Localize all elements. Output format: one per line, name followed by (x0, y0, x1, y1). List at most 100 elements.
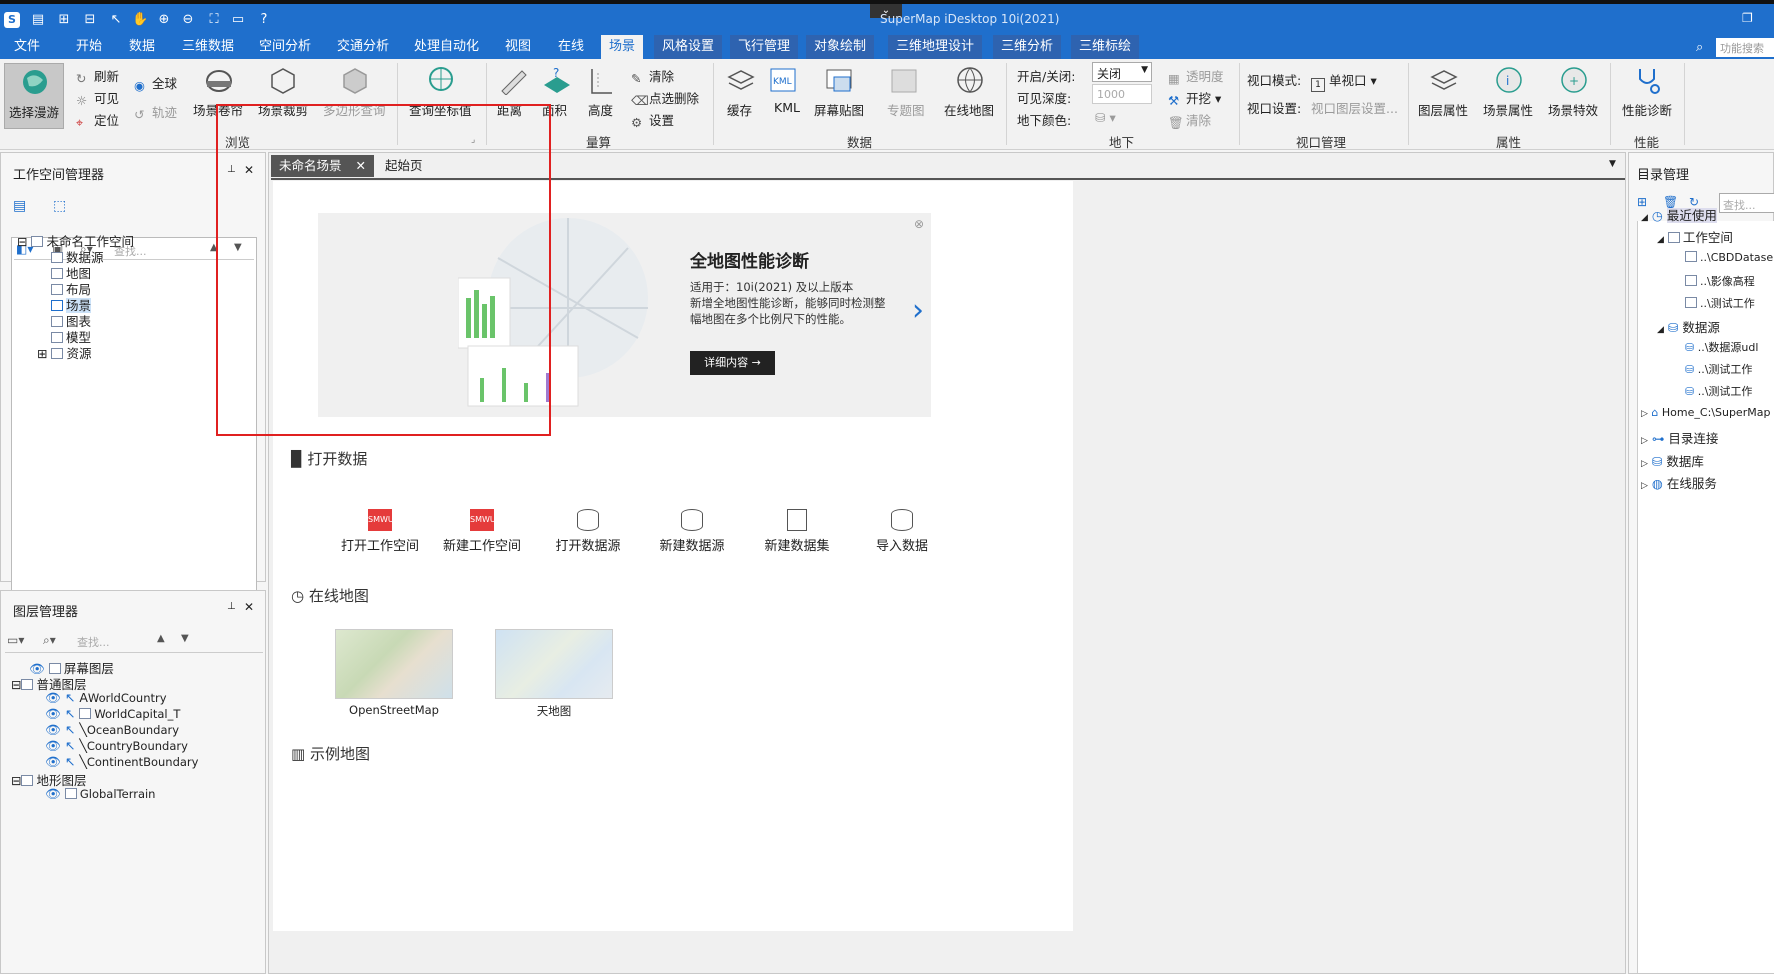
catalog-workspace[interactable]: ◢ 工作空间 (1657, 227, 1733, 246)
scene-props-button[interactable]: 场景属性 (1483, 100, 1533, 119)
catalog-ds-item[interactable]: ⛁ ..\测试工作 (1685, 361, 1752, 377)
pan-icon[interactable]: ✋ (132, 12, 148, 28)
layer-item[interactable]: 👁 ↖ AWorldCountry (45, 690, 167, 706)
menu-flight[interactable]: 飞行管理 (730, 35, 799, 59)
catalog-database[interactable]: ▷ ⛁ 数据库 (1641, 451, 1704, 470)
catalog-online-service[interactable]: ▷ ◍ 在线服务 (1641, 473, 1717, 492)
help-icon[interactable]: ? (256, 12, 272, 28)
cache-button[interactable]: 缓存 (727, 100, 752, 119)
menu-start[interactable]: 开始 (68, 35, 110, 59)
menu-online[interactable]: 在线 (550, 35, 592, 59)
transparency-button[interactable]: ▦ 透明度 (1168, 66, 1224, 86)
scene-effects-button[interactable]: 场景特效 (1548, 100, 1598, 119)
tree-resources[interactable]: ⊞ 资源 (37, 343, 91, 362)
open-datasource-button[interactable]: 打开数据源 (549, 509, 627, 554)
up-arrow-icon[interactable]: ▲ (157, 633, 165, 644)
kml-button[interactable]: KML (774, 100, 800, 115)
view-layer-settings-button[interactable]: 视口图层设置... (1311, 98, 1398, 117)
save-icon[interactable]: ▤ (30, 12, 46, 28)
height-button[interactable]: 高度 (588, 100, 613, 119)
open-workspace-button[interactable]: SMWU 打开工作空间 (341, 509, 419, 554)
tianditu-thumbnail[interactable] (495, 629, 613, 699)
menu-object-draw[interactable]: 对象绘制 (806, 35, 875, 59)
screen-map-button[interactable]: 屏幕贴图 (814, 100, 864, 119)
banner-detail-button[interactable]: 详细内容 → (690, 351, 775, 375)
find-icon[interactable]: ⌕▾ (43, 633, 56, 648)
visible-button[interactable]: ☼ 可见 (76, 88, 119, 108)
menu-view[interactable]: 视图 (497, 35, 539, 59)
catalog-home[interactable]: ▷ ⌂ Home_C:\SuperMap (1641, 406, 1770, 419)
layer-item[interactable]: 👁 GlobalTerrain (45, 786, 155, 802)
excavate-button[interactable]: ⚒ 开挖 ▾ (1168, 88, 1221, 108)
track-button[interactable]: ↺ 轨迹 (134, 102, 177, 122)
layer-props-button[interactable]: 图层属性 (1418, 100, 1468, 119)
new-workspace-button[interactable]: SMWU 新建工作空间 (443, 509, 521, 554)
menu-spatial-analysis[interactable]: 空间分析 (251, 35, 319, 59)
locate-button[interactable]: ⌖ 定位 (76, 110, 119, 130)
pin-icon[interactable]: ⊥ (227, 601, 236, 612)
tianditu-label[interactable]: 天地图 (488, 703, 620, 719)
layer-item[interactable]: 👁 ↖ WorldCapital_T (45, 706, 180, 722)
menu-3d-geodesign[interactable]: 三维地理设计 (888, 35, 983, 59)
resources-icon[interactable]: ⬚ (53, 198, 66, 214)
depth-input[interactable]: 1000 (1092, 84, 1152, 104)
cursor-icon[interactable]: ↖ (108, 12, 124, 28)
catalog-ws-item[interactable]: ..\影像高程 (1685, 273, 1755, 289)
view-mode-select[interactable]: 1 单视口 ▾ (1311, 70, 1377, 92)
toggle-select[interactable]: 关闭 ▼ (1092, 62, 1152, 82)
refresh-button[interactable]: ↻ 刷新 (76, 66, 119, 86)
perf-diag-button[interactable]: 性能诊断 (1622, 100, 1672, 119)
menu-traffic-analysis[interactable]: 交通分析 (329, 35, 397, 59)
openstreetmap-label[interactable]: OpenStreetMap (328, 703, 460, 717)
layer-item[interactable]: 👁 ↖ ╲ContinentBoundary (45, 754, 198, 770)
catalog-search-input[interactable]: 查找... (1719, 193, 1774, 213)
point-delete-button[interactable]: ⌫点选删除 (631, 88, 699, 108)
layer-item[interactable]: 👁 ↖ ╲CountryBoundary (45, 738, 188, 754)
catalog-recent[interactable]: ◢ ◷ 最近使用 (1641, 205, 1717, 224)
catalog-datasource[interactable]: ◢ ⛁ 数据源 (1657, 317, 1720, 336)
menu-process-automation[interactable]: 处理自动化 (406, 35, 487, 59)
openstreetmap-thumbnail[interactable] (335, 629, 453, 699)
catalog-ws-item[interactable]: ..\测试工作 (1685, 295, 1755, 311)
catalog-dir-conn[interactable]: ▷ ⊶ 目录连接 (1641, 428, 1718, 447)
feature-search-input[interactable]: 功能搜索 (1716, 38, 1774, 57)
catalog-ds-item[interactable]: ⛁ ..\测试工作 (1685, 383, 1752, 399)
layer-options-icon[interactable]: ▭▾ (7, 633, 24, 647)
menu-3d-data[interactable]: 三维数据 (174, 35, 242, 59)
menu-3d-analysis[interactable]: 三维分析 (993, 35, 1062, 59)
under-clear-button[interactable]: 🗑 清除 (1168, 110, 1211, 130)
online-map-button[interactable]: 在线地图 (944, 100, 994, 119)
new-dataset-button[interactable]: 新建数据集 (758, 509, 836, 554)
zoom-in-icon[interactable]: ⊕ (156, 12, 172, 28)
workspace-tree-icon[interactable]: ▤ (13, 198, 26, 214)
close-window-icon[interactable]: ⊟ (82, 12, 98, 28)
paint-bucket-icon[interactable]: ⛁ ▾ (1095, 110, 1116, 125)
import-data-button[interactable]: 导入数据 (863, 509, 941, 554)
compass-icon: ◷ (291, 587, 305, 605)
clear-button[interactable]: ✎ 清除 (631, 66, 674, 86)
theme-map-button[interactable]: 专题图 (887, 100, 925, 119)
catalog-ws-item[interactable]: ..\CBDDatase (1685, 251, 1773, 264)
next-arrow-icon[interactable]: › (912, 293, 924, 328)
zoom-out-icon[interactable]: ⊖ (180, 12, 196, 28)
menu-scene[interactable]: 场景 (601, 35, 644, 59)
banner-close-icon[interactable]: ⊗ (914, 217, 924, 231)
restore-icon[interactable]: ❐ (1742, 11, 1753, 25)
menu-style[interactable]: 风格设置 (654, 35, 723, 59)
menu-3d-plotting[interactable]: 三维标绘 (1071, 35, 1140, 59)
tab-list-icon[interactable]: ▼ (1609, 159, 1616, 169)
open-icon[interactable]: ⊞ (56, 12, 72, 28)
catalog-ds-item[interactable]: ⛁ ..\数据源udl (1685, 339, 1758, 355)
full-extent-icon[interactable]: ⛶ (206, 12, 222, 28)
close-icon[interactable]: ✕ (244, 600, 254, 614)
down-arrow-icon[interactable]: ▼ (181, 633, 189, 644)
folder-icon[interactable]: ▭ (230, 12, 246, 28)
new-datasource-button[interactable]: 新建数据源 (653, 509, 731, 554)
select-roam-button[interactable]: 选择漫游 (4, 63, 64, 129)
globe-button[interactable]: ◉ 全球 (134, 73, 177, 93)
layer-search-input[interactable]: 查找... (77, 634, 110, 650)
menu-data[interactable]: 数据 (121, 35, 163, 59)
menu-file[interactable]: 文件 (6, 35, 48, 59)
layer-item[interactable]: 👁 ↖ ╲OceanBoundary (45, 722, 179, 738)
measure-settings-button[interactable]: ⚙ 设置 (631, 110, 674, 130)
